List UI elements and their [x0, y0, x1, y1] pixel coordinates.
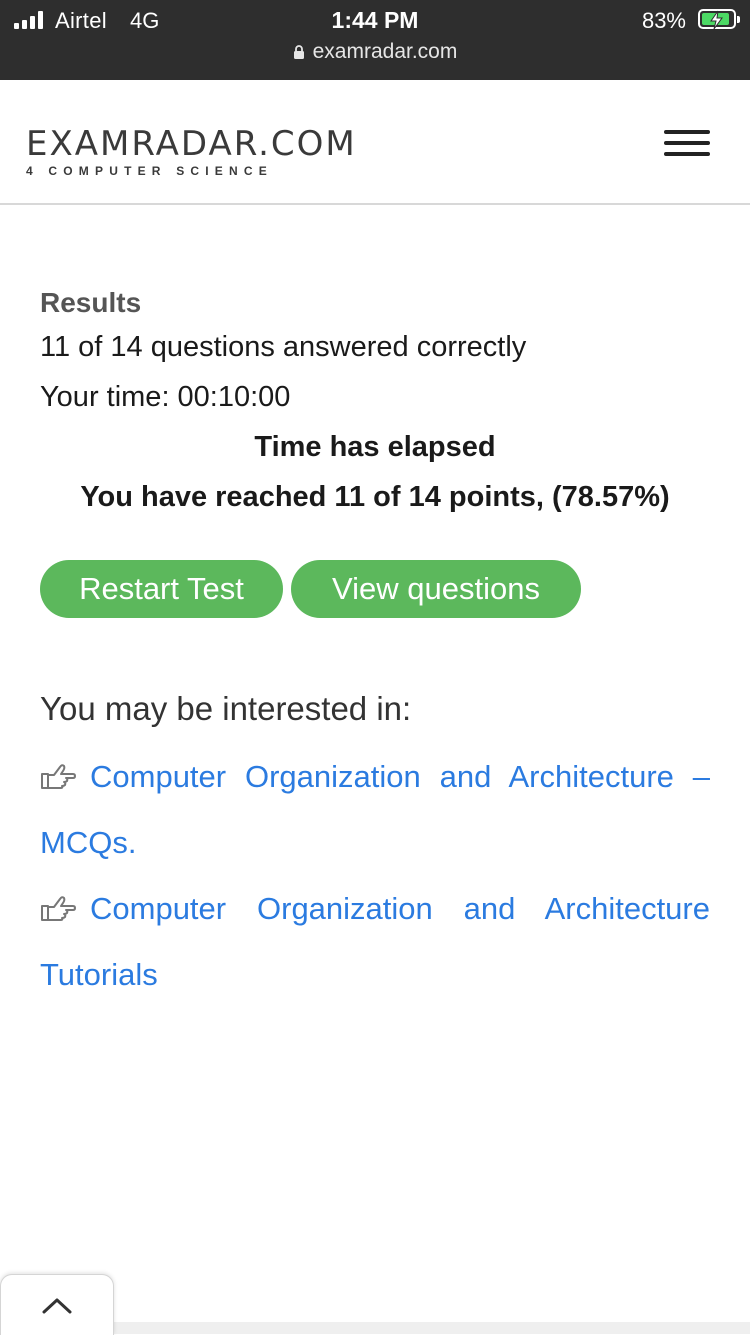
results-heading: Results	[40, 287, 142, 318]
battery-percent: 83%	[641, 8, 686, 33]
related-link-tutorials[interactable]: Computer Organization and Architecture T…	[40, 876, 710, 1008]
status-bar: Airtel 4G 1:44 PM 83% examradar.com	[0, 0, 750, 80]
scroll-to-top-button[interactable]	[0, 1274, 114, 1335]
answered-count: 11 of 14 questions answered correctly	[40, 331, 527, 363]
chevron-up-icon	[42, 1298, 72, 1314]
restart-test-button[interactable]: Restart Test	[40, 560, 283, 618]
related-link-tutorials-text[interactable]: Computer Organization and Architecture	[90, 891, 710, 926]
lock-icon	[293, 45, 304, 59]
site-logo-subtitle: 4 COMPUTER SCIENCE	[26, 164, 273, 178]
hamburger-menu-icon[interactable]	[664, 130, 710, 156]
site-logo-title[interactable]: EXAMRADAR.COM	[26, 124, 357, 164]
pointing-hand-icon	[41, 896, 76, 921]
pointing-hand-icon	[41, 764, 76, 789]
your-time: Your time: 00:10:00	[40, 381, 291, 413]
clock: 1:44 PM	[331, 7, 419, 33]
address-bar[interactable]: examradar.com	[0, 40, 750, 64]
time-elapsed-notice: Time has elapsed	[254, 431, 496, 463]
related-link-mcqs-text[interactable]: Computer Organization and Architecture –	[90, 759, 710, 794]
related-link-mcqs[interactable]: Computer Organization and Architecture –…	[40, 744, 710, 876]
battery-icon	[698, 9, 740, 30]
related-link-mcqs-tail[interactable]: MCQs.	[40, 810, 710, 876]
interest-heading: You may be interested in:	[40, 690, 412, 727]
site-header: EXAMRADAR.COM 4 COMPUTER SCIENCE	[0, 80, 750, 205]
points-summary: You have reached 11 of 14 points, (78.57…	[80, 481, 670, 513]
url-text: examradar.com	[312, 40, 458, 63]
results-section: Results 11 of 14 questions answered corr…	[40, 284, 710, 522]
related-link-tutorials-tail[interactable]: Tutorials	[40, 942, 710, 1008]
view-questions-button[interactable]: View questions	[291, 560, 581, 618]
